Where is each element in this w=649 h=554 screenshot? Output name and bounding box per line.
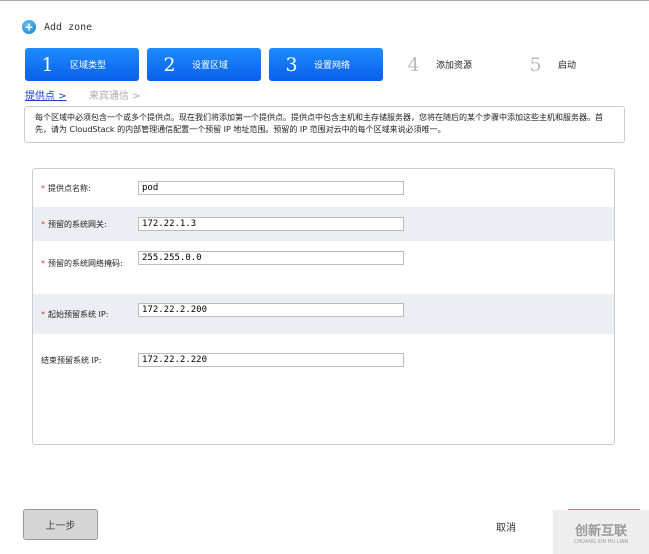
step-zone-type[interactable]: 1 区域类型 (25, 48, 139, 81)
form-row-netmask: * 预留的系统网络掩码: 255.255.0.0 (33, 245, 614, 281)
subtab-pod[interactable]: 提供点 > (25, 87, 67, 102)
previous-button[interactable]: 上一步 (23, 509, 98, 540)
cancel-button[interactable]: 取消 (496, 519, 516, 534)
description: 每个区域中必须包含一个或多个提供点。现在我们将添加第一个提供点。提供点中包含主机… (24, 106, 625, 143)
watermark-logo: 创新互联 CHUANG XIN HU LIAN (553, 510, 649, 554)
end-ip-input[interactable]: 172.22.2.220 (138, 353, 404, 367)
subtab-guest-traffic[interactable]: 来宾通信 > (89, 87, 141, 102)
wizard-steps: 1 区域类型 2 设置区域 3 设置网络 4 添加资源 5 启动 (25, 48, 635, 81)
step-add-resources: 4 添加资源 (407, 53, 473, 76)
gateway-input[interactable]: 172.22.1.3 (138, 217, 404, 231)
form-row-gateway: * 预留的系统网关: 172.22.1.3 (33, 207, 614, 241)
pod-form: * 提供点名称: pod * 预留的系统网关: 172.22.1.3 * 预留的系统网络掩… (32, 168, 615, 445)
netmask-input[interactable]: 255.255.0.0 (138, 251, 404, 265)
start-ip-input[interactable]: 172.22.2.200 (138, 303, 404, 317)
step-launch: 5 启动 (529, 53, 577, 76)
pod-name-input[interactable]: pod (138, 181, 404, 195)
form-row-pod-name: * 提供点名称: pod (33, 174, 614, 202)
form-row-start-ip: * 起始预留系统 IP: 172.22.2.200 (33, 294, 614, 334)
step-setup-network[interactable]: 3 设置网络 (269, 48, 383, 81)
form-row-end-ip: 结束预留系统 IP: 172.22.2.220 (33, 345, 614, 375)
step-setup-zone[interactable]: 2 设置区域 (147, 48, 261, 81)
add-icon: + (22, 20, 36, 34)
dialog-title: + Add zone (22, 20, 92, 34)
